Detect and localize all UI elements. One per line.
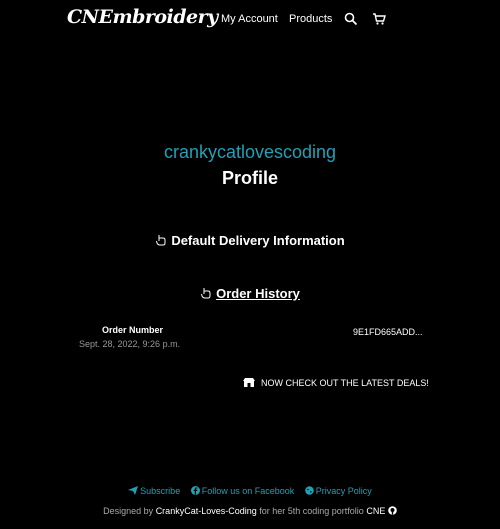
- order-history-toggle[interactable]: Order History: [0, 286, 500, 301]
- facebook-icon: [190, 486, 200, 495]
- order-number-label: Order Number: [102, 325, 164, 335]
- subscribe-label: Subscribe: [140, 486, 181, 496]
- order-date: Sept. 28, 2022, 9:26 p.m.: [79, 339, 181, 349]
- cart-icon[interactable]: [372, 12, 386, 26]
- order-history-label: Order History: [216, 286, 300, 301]
- page-title: Profile: [221, 168, 278, 188]
- github-icon[interactable]: [388, 506, 397, 515]
- privacy-link[interactable]: Privacy Policy: [304, 486, 372, 496]
- search-icon[interactable]: [344, 12, 358, 26]
- subscribe-icon: [128, 486, 139, 495]
- cne-text: CNE: [366, 506, 386, 516]
- latest-deals-link[interactable]: NOW CHECK OUT THE LATEST DEALS!: [243, 377, 429, 388]
- brand-logo[interactable]: CNEmbroidery: [67, 6, 218, 28]
- order-number-link[interactable]: 9E1FD665ADD...: [353, 327, 423, 337]
- pointing-hand-icon: [156, 235, 166, 246]
- nav-my-account[interactable]: My Account: [221, 13, 278, 25]
- portfolio-text: for her 5th coding portfolio: [259, 506, 364, 516]
- cookie-icon: [304, 486, 314, 495]
- subscribe-link[interactable]: Subscribe: [128, 486, 183, 496]
- store-icon: [243, 378, 255, 387]
- delivery-label: Default Delivery Information: [171, 233, 345, 248]
- privacy-label: Privacy Policy: [315, 486, 372, 496]
- designed-by-text: Designed by: [103, 506, 154, 516]
- footer-links: Subscribe Follow us on Facebook Privacy …: [0, 486, 500, 496]
- default-delivery-toggle[interactable]: Default Delivery Information: [0, 233, 500, 248]
- top-navbar: CNEmbroidery My Account Products: [0, 0, 500, 40]
- nav-products[interactable]: Products: [289, 13, 332, 25]
- footer-credit: Designed by CrankyCat-Loves-Coding for h…: [0, 506, 500, 516]
- deals-label: NOW CHECK OUT THE LATEST DEALS!: [261, 378, 429, 388]
- facebook-label: Follow us on Facebook: [201, 486, 295, 496]
- pointing-hand-icon: [201, 288, 211, 299]
- author-link[interactable]: CrankyCat-Loves-Coding: [156, 506, 257, 516]
- profile-username: crankycatlovescoding: [163, 142, 337, 162]
- facebook-link[interactable]: Follow us on Facebook: [190, 486, 297, 496]
